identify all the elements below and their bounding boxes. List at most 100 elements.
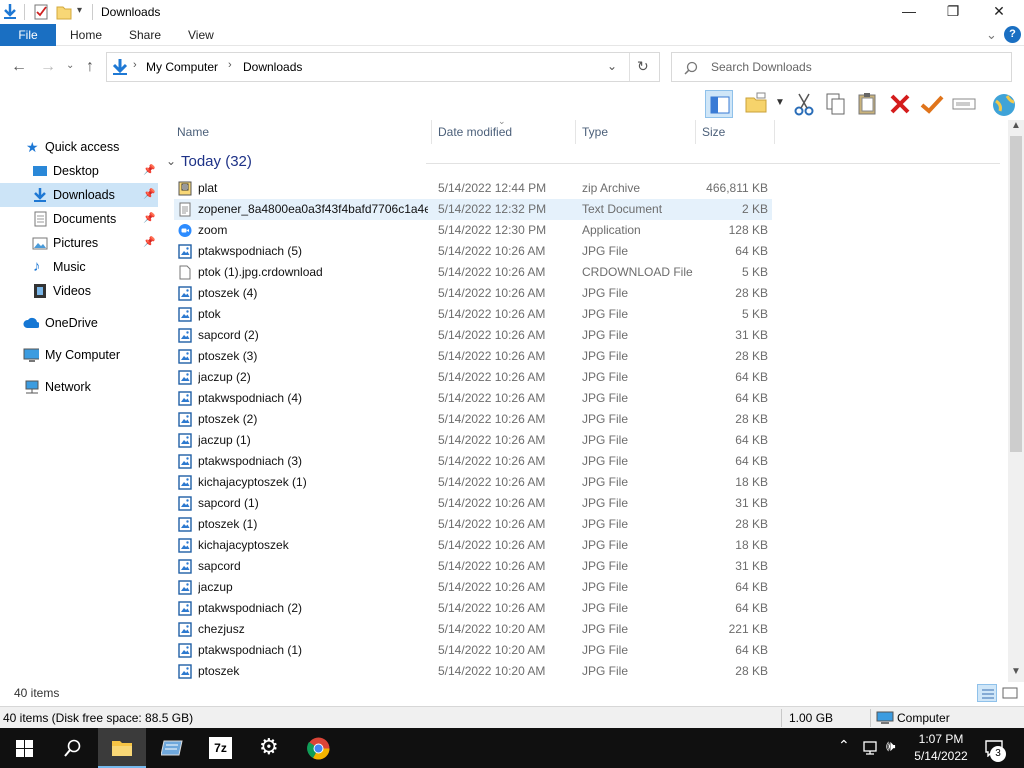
breadcrumb-downloads[interactable]: Downloads <box>243 60 302 74</box>
scroll-up-icon[interactable]: ▲ <box>1011 120 1021 131</box>
expand-ribbon-icon[interactable]: ⌄ <box>986 24 997 46</box>
tab-home[interactable]: Home <box>70 24 102 46</box>
taskbar-clock[interactable]: 1:07 PM 5/14/2022 <box>906 731 976 765</box>
taskbar-file-explorer[interactable] <box>98 728 146 768</box>
taskbar-chrome[interactable] <box>295 728 343 768</box>
start-button[interactable] <box>0 728 48 768</box>
refresh-icon[interactable]: ↻ <box>637 58 649 75</box>
file-row[interactable]: ptakwspodniach (3) 5/14/2022 10:26 AM JPG … <box>174 451 772 472</box>
pin-icon[interactable]: 📌 <box>143 231 155 255</box>
forward-arrow-icon[interactable]: → <box>40 58 56 76</box>
file-row[interactable]: zopener_8a4800ea0a3f43f4bafd7706c1a4e...… <box>174 199 772 220</box>
file-row[interactable]: ptoszek (3) 5/14/2022 10:26 AM JPG File 28 … <box>174 346 772 367</box>
scroll-thumb[interactable] <box>1010 136 1022 452</box>
file-row[interactable]: ptok (1).jpg.crdownload 5/14/2022 10:26 A… <box>174 262 772 283</box>
maximize-button[interactable]: ❐ <box>930 0 976 24</box>
rename-icon[interactable] <box>950 90 978 118</box>
customize-quick-access-icon[interactable]: ▾ <box>77 5 82 16</box>
cut-icon[interactable] <box>790 90 818 118</box>
large-icons-view-icon[interactable] <box>1000 684 1020 702</box>
help-icon[interactable]: ? <box>1004 26 1021 43</box>
file-row[interactable]: ptoszek (2) 5/14/2022 10:26 AM JPG File 28 … <box>174 409 772 430</box>
file-row[interactable]: sapcord (1) 5/14/2022 10:26 AM JPG File 31 … <box>174 493 772 514</box>
properties-icon[interactable] <box>33 3 49 21</box>
taskbar-server-manager[interactable] <box>148 728 196 768</box>
network-tray-icon[interactable] <box>862 740 880 756</box>
search-input[interactable]: Search Downloads <box>671 52 1012 82</box>
column-header-name[interactable]: Name <box>177 125 209 139</box>
column-header-date[interactable]: Date modified <box>438 125 512 139</box>
breadcrumb-my-computer[interactable]: My Computer <box>146 60 218 74</box>
tab-share[interactable]: Share <box>129 24 161 46</box>
volume-icon[interactable]: 🕪 <box>886 738 895 755</box>
checkmark-icon[interactable] <box>918 90 946 118</box>
tab-file[interactable]: File <box>0 24 56 46</box>
file-row[interactable]: plat 5/14/2022 12:44 PM zip Archive 466,811… <box>174 178 772 199</box>
new-folder-icon[interactable] <box>56 3 72 21</box>
recent-locations-icon[interactable]: ⌄ <box>66 60 74 71</box>
pin-icon[interactable]: 📌 <box>143 207 155 231</box>
sidebar-item-pictures[interactable]: Pictures 📌 <box>0 231 158 255</box>
pin-icon[interactable]: 📌 <box>143 183 155 207</box>
download-folder-icon[interactable] <box>2 3 18 21</box>
file-row[interactable]: ptoszek (4) 5/14/2022 10:26 AM JPG File 28 … <box>174 283 772 304</box>
sidebar-item-my-computer[interactable]: My Computer <box>0 343 158 367</box>
file-row[interactable]: kichajacyptoszek 5/14/2022 10:26 AM JPG Fi… <box>174 535 772 556</box>
taskbar-settings[interactable]: ⚙ <box>246 728 294 768</box>
column-divider[interactable] <box>695 120 696 144</box>
breadcrumb-separator[interactable]: › <box>228 59 232 71</box>
file-row[interactable]: ptakwspodniach (4) 5/14/2022 10:26 AM JPG … <box>174 388 772 409</box>
copy-icon[interactable] <box>822 90 850 118</box>
up-arrow-icon[interactable]: ↑ <box>86 58 94 76</box>
preview-pane-icon[interactable] <box>705 90 733 118</box>
file-row[interactable]: sapcord 5/14/2022 10:26 AM JPG File 31 KB <box>174 556 772 577</box>
column-divider[interactable] <box>575 120 576 144</box>
sidebar-item-onedrive[interactable]: OneDrive <box>0 311 158 335</box>
paste-icon[interactable] <box>854 90 882 118</box>
back-arrow-icon[interactable]: ← <box>11 58 27 76</box>
sidebar-item-downloads[interactable]: Downloads 📌 <box>0 183 158 207</box>
column-header-size[interactable]: Size <box>702 125 725 139</box>
file-row[interactable]: ptakwspodniach (1) 5/14/2022 10:20 AM JPG … <box>174 640 772 661</box>
breadcrumb-separator[interactable]: › <box>133 59 137 71</box>
sidebar-item-documents[interactable]: Documents 📌 <box>0 207 158 231</box>
minimize-button[interactable]: — <box>886 0 932 24</box>
pin-icon[interactable]: 📌 <box>143 159 155 183</box>
sidebar-item-desktop[interactable]: Desktop 📌 <box>0 159 158 183</box>
collapse-group-icon[interactable]: ⌄ <box>166 154 176 168</box>
file-row[interactable]: ptakwspodniach (5) 5/14/2022 10:26 AM JPG … <box>174 241 772 262</box>
close-button[interactable]: ✕ <box>976 0 1022 24</box>
show-hidden-icons-icon[interactable]: ⌃ <box>838 737 850 754</box>
sidebar-item-music[interactable]: ♪ Music <box>0 255 158 279</box>
file-row[interactable]: jaczup (2) 5/14/2022 10:26 AM JPG File 64 K… <box>174 367 772 388</box>
address-dropdown-icon[interactable]: ⌄ <box>607 59 617 73</box>
file-row[interactable]: ptoszek 5/14/2022 10:20 AM JPG File 28 KB <box>174 661 772 682</box>
taskbar-7zip[interactable]: 7z <box>197 728 245 768</box>
column-header-type[interactable]: Type <box>582 125 608 139</box>
new-folder-toolbar-icon[interactable] <box>743 90 771 118</box>
delete-icon[interactable] <box>886 90 914 118</box>
file-row[interactable]: ptakwspodniach (2) 5/14/2022 10:26 AM JPG … <box>174 598 772 619</box>
file-row[interactable]: sapcord (2) 5/14/2022 10:26 AM JPG File 31 … <box>174 325 772 346</box>
sidebar-item-network[interactable]: Network <box>0 375 158 399</box>
file-row[interactable]: kichajacyptoszek (1) 5/14/2022 10:26 AM JP… <box>174 472 772 493</box>
taskbar-search-button[interactable] <box>48 728 96 768</box>
sidebar-item-quick-access[interactable]: ★ Quick access <box>0 135 158 159</box>
vertical-scrollbar[interactable]: ▲ ▼ <box>1008 120 1024 682</box>
action-center-button[interactable]: 3 <box>980 728 1024 768</box>
file-row[interactable]: ptok 5/14/2022 10:26 AM JPG File 5 KB <box>174 304 772 325</box>
file-row[interactable]: ptoszek (1) 5/14/2022 10:26 AM JPG File 28 … <box>174 514 772 535</box>
globe-icon[interactable] <box>990 90 1018 118</box>
sidebar-item-videos[interactable]: Videos <box>0 279 158 303</box>
column-divider[interactable] <box>431 120 432 144</box>
details-view-icon[interactable] <box>977 684 997 702</box>
dropdown-arrow-icon[interactable]: ▼ <box>775 97 785 108</box>
file-row[interactable]: chezjusz 5/14/2022 10:20 AM JPG File 221 KB <box>174 619 772 640</box>
file-row[interactable]: jaczup (1) 5/14/2022 10:26 AM JPG File 64 K… <box>174 430 772 451</box>
column-divider[interactable] <box>774 120 775 144</box>
scroll-down-icon[interactable]: ▼ <box>1011 666 1021 677</box>
file-row[interactable]: zoom 5/14/2022 12:30 PM Application 128 KB <box>174 220 772 241</box>
address-bar[interactable]: › My Computer › Downloads ⌄ ↻ <box>106 52 660 82</box>
group-header[interactable]: ⌄ Today (32) <box>166 151 1006 173</box>
tab-view[interactable]: View <box>188 24 214 46</box>
